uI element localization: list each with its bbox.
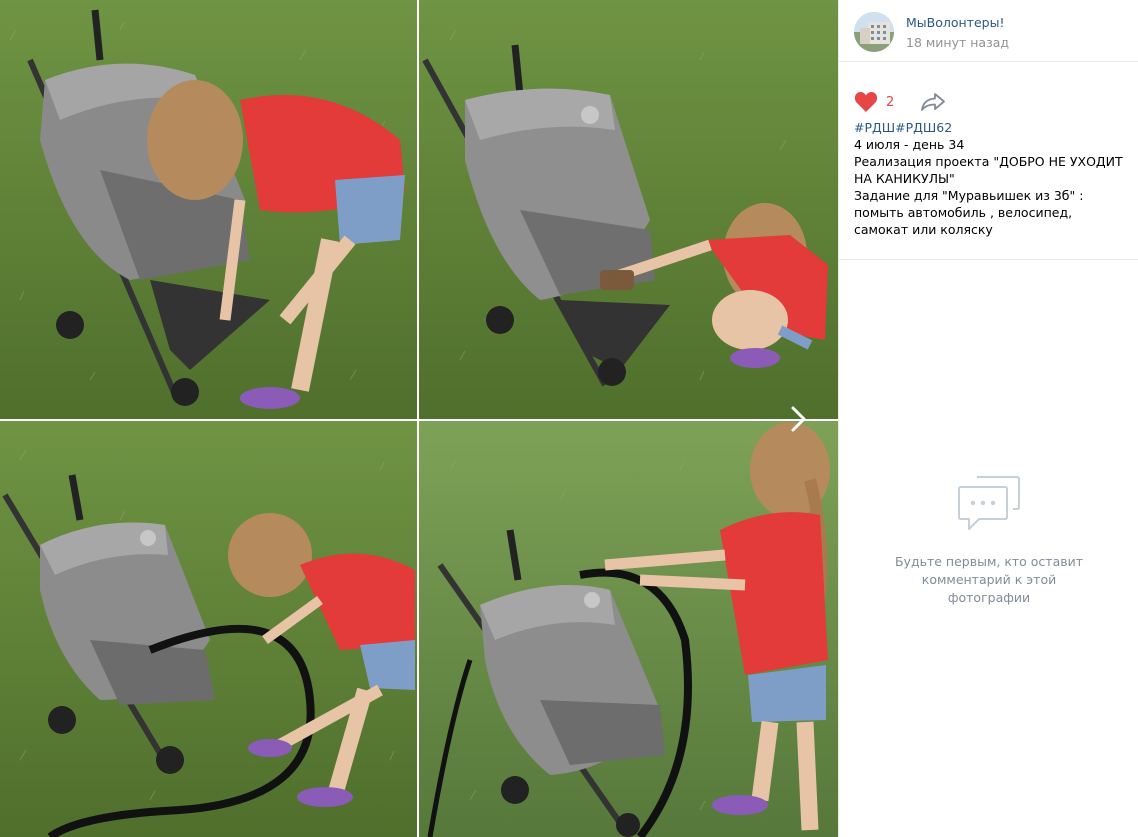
post-line-task: Задание для "Муравьишек из 3б" : помыть … [854, 188, 1084, 237]
empty-comments: Будьте первым, кто оставит комментарий к… [839, 475, 1138, 607]
post-line-date: 4 июля - день 34 [854, 137, 965, 152]
photo-sidebar: МыВолонтеры! 18 минут назад 2 #РДШ#РДШ62… [838, 0, 1138, 837]
building-avatar-icon [854, 12, 894, 52]
author-name[interactable]: МыВолонтеры! [906, 15, 1009, 31]
photo-viewer[interactable] [0, 0, 838, 837]
empty-comments-text: Будьте первым, кто оставит комментарий к… [894, 554, 1084, 605]
post-hashtags[interactable]: #РДШ#РДШ62 [854, 119, 1123, 136]
post-line-project: Реализация проекта "ДОБРО НЕ УХОДИТ НА К… [854, 154, 1123, 186]
heart-icon [854, 92, 878, 112]
comment-bubble-icon [958, 476, 1020, 530]
section-divider [839, 259, 1138, 260]
post-time[interactable]: 18 минут назад [906, 34, 1009, 52]
like-button[interactable]: 2 [854, 91, 894, 113]
share-arrow-icon [921, 93, 946, 111]
like-count: 2 [886, 94, 895, 110]
author-avatar[interactable] [854, 12, 894, 52]
chevron-right-icon[interactable] [786, 404, 812, 434]
photo-collage [0, 0, 838, 837]
share-button[interactable] [920, 92, 946, 112]
author-header: МыВолонтеры! 18 минут назад [839, 0, 1138, 62]
post-text: #РДШ#РДШ62 4 июля - день 34 Реализация п… [839, 119, 1138, 238]
post-actions: 2 [839, 62, 1138, 122]
